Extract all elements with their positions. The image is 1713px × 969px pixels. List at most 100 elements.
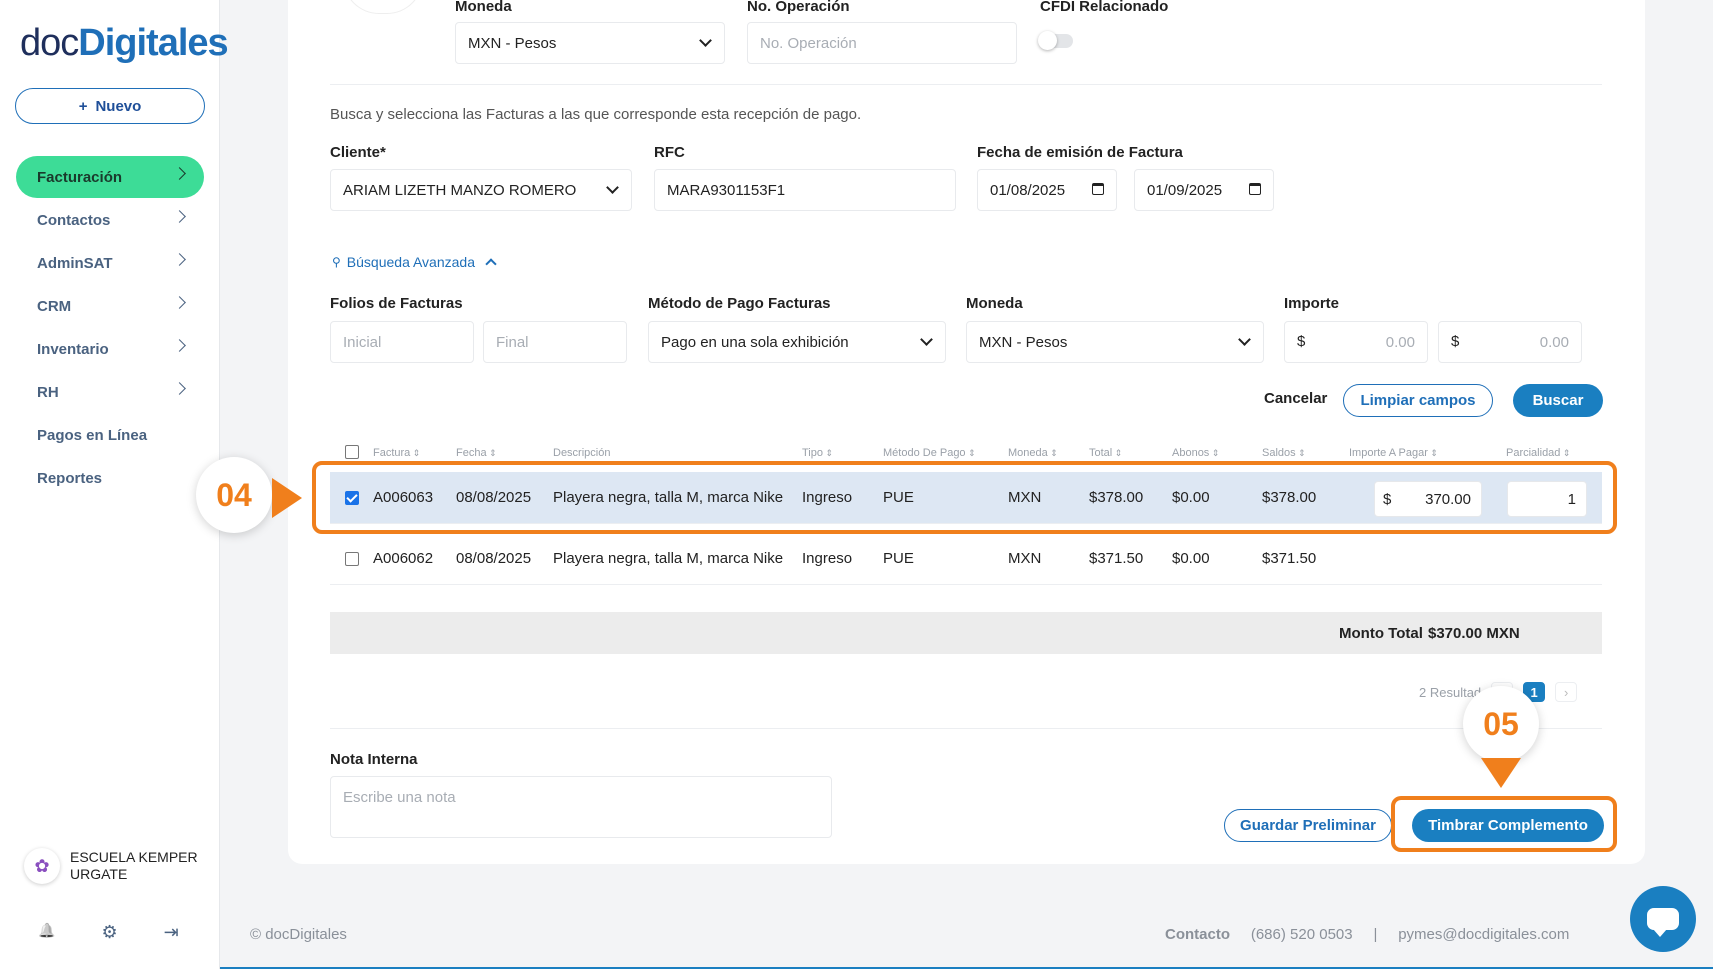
organization-name-line2: URGATE bbox=[70, 866, 128, 882]
col-importe[interactable]: Importe A Pagar bbox=[1349, 447, 1438, 459]
save-draft-button[interactable]: Guardar Preliminar bbox=[1224, 809, 1392, 842]
cliente-label: Cliente* bbox=[330, 144, 386, 161]
logo[interactable]: docDigitales bbox=[20, 22, 229, 65]
importe-label: Importe bbox=[1284, 295, 1340, 312]
metodo-select[interactable]: Pago en una sola exhibición bbox=[648, 321, 946, 363]
bell-icon[interactable]: 🔔 bbox=[38, 922, 55, 943]
sidebar-item-reportes[interactable]: Reportes bbox=[16, 457, 204, 499]
organization-switcher[interactable]: ✿ ESCUELA KEMPER URGATE bbox=[24, 848, 198, 884]
step-05-badge: 05 bbox=[1463, 686, 1539, 762]
chat-button[interactable] bbox=[1630, 886, 1696, 952]
fecha-hasta-input[interactable]: 01/09/2025 bbox=[1134, 169, 1274, 211]
search-hint: Busca y selecciona las Facturas a las qu… bbox=[330, 106, 862, 123]
folio-inicial-input[interactable]: Inicial bbox=[330, 321, 474, 363]
sidebar-item-inventario[interactable]: Inventario bbox=[16, 328, 204, 370]
calendar-icon[interactable] bbox=[1092, 183, 1104, 195]
rfc-input[interactable]: MARA9301153F1 bbox=[654, 169, 956, 211]
payment-form-card bbox=[288, 0, 1645, 864]
results-count: 2 Resultad bbox=[1419, 684, 1482, 700]
chevron-right-icon bbox=[173, 253, 186, 266]
importe-max-input[interactable]: $0.00 bbox=[1438, 321, 1582, 363]
footer: © docDigitales Contacto (686) 520 0503 |… bbox=[220, 893, 1713, 969]
row-checkbox[interactable] bbox=[345, 552, 359, 566]
fecha-desde-input[interactable]: 01/08/2025 bbox=[977, 169, 1117, 211]
col-moneda[interactable]: Moneda bbox=[1008, 447, 1058, 459]
sidebar-item-rh[interactable]: RH bbox=[16, 371, 204, 413]
folio-final-input[interactable]: Final bbox=[483, 321, 627, 363]
total-bar: Monto Total $370.00 MXN bbox=[330, 612, 1602, 654]
divider bbox=[330, 84, 1602, 85]
organization-logo-icon: ✿ bbox=[24, 848, 60, 884]
col-saldos[interactable]: Saldos bbox=[1262, 447, 1306, 459]
nota-label: Nota Interna bbox=[330, 751, 418, 768]
search-icon: ⚲ bbox=[332, 255, 341, 269]
highlight-row-annotation bbox=[312, 461, 1617, 534]
table-row[interactable]: A006062 08/08/2025 Playera negra, talla … bbox=[330, 533, 1602, 585]
select-all-checkbox[interactable] bbox=[345, 445, 359, 459]
importe-min-input[interactable]: $0.00 bbox=[1284, 321, 1428, 363]
logout-icon[interactable]: ⇥ bbox=[164, 922, 179, 943]
nota-textarea[interactable]: Escribe una nota bbox=[330, 776, 832, 838]
search-button[interactable]: Buscar bbox=[1513, 384, 1603, 417]
chevron-down-icon bbox=[920, 333, 933, 346]
cancel-button[interactable]: Cancelar bbox=[1264, 390, 1327, 407]
total-value: $370.00 MXN bbox=[1428, 625, 1520, 642]
chevron-down-icon bbox=[606, 181, 619, 194]
chevron-right-icon bbox=[173, 382, 186, 395]
sidebar-item-crm[interactable]: CRM bbox=[16, 285, 204, 327]
chevron-right-icon bbox=[173, 210, 186, 223]
chevron-up-icon bbox=[485, 258, 497, 270]
plus-icon: + bbox=[78, 97, 88, 115]
advanced-search-toggle[interactable]: ⚲ Búsqueda Avanzada bbox=[332, 254, 497, 270]
copyright: © docDigitales bbox=[250, 926, 347, 943]
chevron-down-icon bbox=[699, 34, 712, 47]
metodo-label: Método de Pago Facturas bbox=[648, 295, 831, 312]
cfdi-label: CFDI Relacionado bbox=[1040, 0, 1169, 15]
phone-link[interactable]: (686) 520 0503 bbox=[1251, 926, 1353, 943]
fecha-label: Fecha de emisión de Factura bbox=[977, 144, 1183, 161]
clear-fields-button[interactable]: Limpiar campos bbox=[1343, 384, 1493, 417]
col-tipo[interactable]: Tipo bbox=[802, 447, 833, 459]
arrow-right-icon bbox=[272, 478, 302, 518]
new-button[interactable]: + Nuevo bbox=[15, 88, 205, 124]
sidebar-item-contactos[interactable]: Contactos bbox=[16, 199, 204, 241]
organization-name-line1: ESCUELA KEMPER bbox=[70, 849, 198, 865]
col-metodo[interactable]: Método De Pago bbox=[883, 447, 976, 459]
divider bbox=[330, 728, 1602, 729]
gear-icon[interactable]: ⚙ bbox=[101, 922, 117, 943]
moneda-label: Moneda bbox=[455, 0, 512, 15]
moneda-filter-label: Moneda bbox=[966, 295, 1023, 312]
rfc-label: RFC bbox=[654, 144, 685, 161]
chevron-right-icon bbox=[173, 339, 186, 352]
cfdi-toggle[interactable] bbox=[1038, 31, 1073, 50]
sidebar-item-facturacion[interactable]: Facturación bbox=[16, 156, 204, 198]
chevron-right-icon bbox=[173, 167, 186, 180]
email-link[interactable]: pymes@docdigitales.com bbox=[1398, 926, 1569, 943]
moneda-select[interactable]: MXN - Pesos bbox=[455, 22, 725, 64]
contact-info: Contacto (686) 520 0503 | pymes@docdigit… bbox=[1165, 926, 1570, 943]
sidebar-bottom-icons: 🔔 ⚙ ⇥ bbox=[38, 922, 179, 943]
col-total[interactable]: Total bbox=[1089, 447, 1122, 459]
chat-icon bbox=[1647, 908, 1679, 937]
col-descripcion: Descripción bbox=[553, 447, 611, 459]
col-factura[interactable]: Factura bbox=[373, 447, 420, 459]
next-page-button[interactable]: › bbox=[1555, 682, 1578, 702]
chevron-right-icon bbox=[173, 296, 186, 309]
cliente-select[interactable]: ARIAM LIZETH MANZO ROMERO bbox=[330, 169, 632, 211]
operacion-label: No. Operación bbox=[747, 0, 850, 15]
sidebar: docDigitales + Nuevo Facturación Contact… bbox=[0, 0, 229, 969]
highlight-button-annotation bbox=[1391, 796, 1617, 852]
chevron-down-icon bbox=[1238, 333, 1251, 346]
col-abonos[interactable]: Abonos bbox=[1172, 447, 1219, 459]
step-04-badge: 04 bbox=[196, 457, 272, 533]
folios-label: Folios de Facturas bbox=[330, 295, 463, 312]
moneda-filter-select[interactable]: MXN - Pesos bbox=[966, 321, 1264, 363]
col-fecha[interactable]: Fecha bbox=[456, 447, 497, 459]
arrow-down-icon bbox=[1481, 758, 1521, 788]
sidebar-item-pagos-en-linea[interactable]: Pagos en Línea bbox=[16, 414, 204, 456]
col-parcialidad[interactable]: Parcialidad bbox=[1506, 447, 1570, 459]
operacion-input[interactable]: No. Operación bbox=[747, 22, 1017, 64]
sidebar-item-adminsat[interactable]: AdminSAT bbox=[16, 242, 204, 284]
calendar-icon[interactable] bbox=[1249, 183, 1261, 195]
total-label: Monto Total bbox=[1339, 625, 1423, 642]
